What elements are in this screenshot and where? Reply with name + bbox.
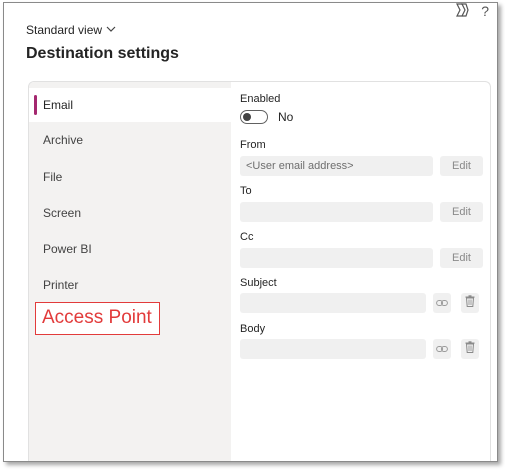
body-field[interactable] [240,339,426,359]
email-settings-form: Enabled No From <User email address> Edi… [240,82,490,461]
nav-item-power-bi[interactable]: Power BI [29,232,231,266]
nav-item-printer[interactable]: Printer [29,268,231,302]
enabled-toggle[interactable] [240,110,268,124]
help-icon[interactable]: ? [481,4,489,18]
from-label: From [240,139,266,151]
from-placeholder: <User email address> [246,160,354,172]
body-delete-button[interactable] [461,339,479,359]
to-edit-button[interactable]: Edit [440,202,483,222]
view-switcher[interactable]: Standard view [26,23,116,37]
body-link-button[interactable] [433,339,451,359]
subject-link-button[interactable] [433,293,451,313]
link-icon [436,340,448,358]
settings-panel: Email Archive File Screen Power BI Print… [28,81,491,461]
trash-icon [465,340,475,358]
nav-item-label: Archive [43,133,84,147]
cc-label: Cc [240,231,254,243]
top-icons: ? [453,3,489,19]
page-title: Destination settings [26,45,179,62]
nav-item-email[interactable]: Email [29,88,231,122]
destination-nav: Email Archive File Screen Power BI Print… [29,82,231,461]
from-field[interactable]: <User email address> [240,156,433,176]
subject-label: Subject [240,277,277,289]
cc-field[interactable] [240,248,433,268]
nav-item-label: File [43,170,63,184]
nav-item-label: Screen [43,206,82,220]
chevron-down-icon [106,25,116,36]
link-icon [436,294,448,312]
cc-edit-button[interactable]: Edit [440,248,483,268]
enabled-label: Enabled [240,93,281,105]
subject-field[interactable] [240,293,426,313]
enabled-toggle-row: No [240,110,293,124]
nav-item-file[interactable]: File [29,160,231,194]
access-point-annotation: Access Point [35,302,160,335]
nav-item-label: Email [43,98,74,112]
nav-item-archive[interactable]: Archive [29,123,231,157]
to-label: To [240,185,252,197]
subject-delete-button[interactable] [461,293,479,313]
toggle-knob [243,113,251,121]
nav-item-label: Printer [43,278,79,292]
body-label: Body [240,323,266,335]
from-edit-button[interactable]: Edit [440,156,483,176]
trash-icon [465,294,475,312]
view-label: Standard view [26,23,103,37]
copilot-icon[interactable] [453,3,469,19]
toggle-state-text: No [278,110,294,124]
destination-settings-window: ? Standard view Destination settings Ema… [3,2,498,462]
nav-item-label: Power BI [43,242,92,256]
to-field[interactable] [240,202,433,222]
nav-item-screen[interactable]: Screen [29,196,231,230]
